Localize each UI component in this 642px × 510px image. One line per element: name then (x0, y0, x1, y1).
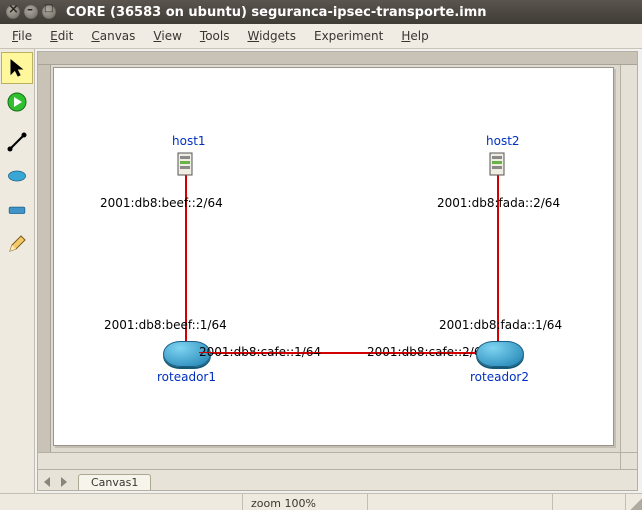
tool-start[interactable] (1, 86, 33, 118)
tool-annotate[interactable] (1, 228, 33, 260)
menu-file-label: ile (18, 29, 32, 43)
r2-eth-left: 2001:db8:cafe::2/64 (367, 345, 489, 359)
maximize-icon[interactable] (42, 5, 56, 19)
canvas-area: host1 2001:db8:beef::2/64 host2 (37, 51, 638, 491)
minimize-icon[interactable] (24, 5, 38, 19)
host1-addr: 2001:db8:beef::2/64 (100, 196, 223, 210)
menu-canvas[interactable]: Canvas (83, 27, 143, 45)
vertical-scrollbar[interactable] (620, 65, 637, 452)
canvas-page[interactable]: host1 2001:db8:beef::2/64 host2 (51, 65, 620, 452)
status-zoom: zoom 100% (243, 494, 368, 510)
menu-view[interactable]: View (145, 27, 189, 45)
cursor-icon (7, 58, 27, 78)
roteador2-node[interactable] (476, 341, 524, 367)
host2-node[interactable] (484, 150, 514, 183)
host-icon (172, 150, 202, 180)
r1-eth-up: 2001:db8:beef::1/64 (104, 318, 227, 332)
roteador2-label: roteador2 (470, 370, 529, 384)
pencil-icon (7, 234, 27, 254)
menu-widgets[interactable]: Widgets (239, 27, 304, 45)
tool-link[interactable] (1, 126, 33, 158)
r2-eth-up: 2001:db8:fada::1/64 (439, 318, 562, 332)
router-icon (476, 341, 524, 367)
menubar: File Edit Canvas View Tools Widgets Expe… (0, 24, 642, 49)
window-title: CORE (36583 on ubuntu) seguranca-ipsec-t… (66, 5, 487, 20)
switch-icon (7, 200, 27, 220)
canvas-tab-1[interactable]: Canvas1 (78, 474, 151, 490)
canvas-tab-1-label: Canvas1 (91, 476, 138, 489)
host-icon (484, 150, 514, 180)
menu-edit[interactable]: Edit (42, 27, 81, 45)
host1-node[interactable] (172, 150, 202, 183)
roteador1-label: roteador1 (157, 370, 216, 384)
left-toolbar (0, 49, 35, 493)
tab-prev-icon[interactable] (40, 474, 56, 490)
host2-addr: 2001:db8:fada::2/64 (437, 196, 560, 210)
link-icon (7, 132, 27, 152)
menu-help[interactable]: Help (393, 27, 436, 45)
host2-label: host2 (486, 134, 520, 148)
router-icon (7, 166, 27, 186)
host1-label: host1 (172, 134, 206, 148)
menu-experiment-label: Experiment (314, 29, 383, 43)
menu-help-label: elp (410, 29, 428, 43)
tool-switch[interactable] (1, 194, 33, 226)
menu-experiment[interactable]: Experiment (306, 27, 391, 45)
menu-tools-label: ools (205, 29, 229, 43)
menu-widgets-label: idgets (259, 29, 296, 43)
menu-tools[interactable]: Tools (192, 27, 238, 45)
statusbar: zoom 100% (0, 493, 642, 510)
menu-view-label: iew (161, 29, 182, 43)
status-cell-right (553, 494, 626, 510)
canvas-tabstrip: Canvas1 (38, 469, 637, 490)
tool-router[interactable] (1, 160, 33, 192)
window-titlebar: CORE (36583 on ubuntu) seguranca-ipsec-t… (0, 0, 642, 24)
horizontal-scrollbar[interactable] (38, 452, 620, 469)
canvas-white: host1 2001:db8:beef::2/64 host2 (53, 67, 614, 446)
ruler-top (38, 52, 637, 65)
menu-file[interactable]: File (4, 27, 40, 45)
play-icon (7, 92, 27, 112)
status-cell-left (0, 494, 243, 510)
tool-select[interactable] (1, 52, 33, 84)
status-cell-mid (368, 494, 553, 510)
resize-grip-icon[interactable] (626, 495, 642, 510)
status-zoom-label: zoom 100% (251, 497, 316, 510)
close-icon[interactable] (6, 5, 20, 19)
r1-eth-right: 2001:db8:cafe::1/64 (199, 345, 321, 359)
menu-edit-label: dit (58, 29, 74, 43)
tab-next-icon[interactable] (56, 474, 72, 490)
ruler-left (38, 65, 51, 452)
menu-canvas-label: anvas (100, 29, 136, 43)
scroll-corner (620, 452, 637, 469)
